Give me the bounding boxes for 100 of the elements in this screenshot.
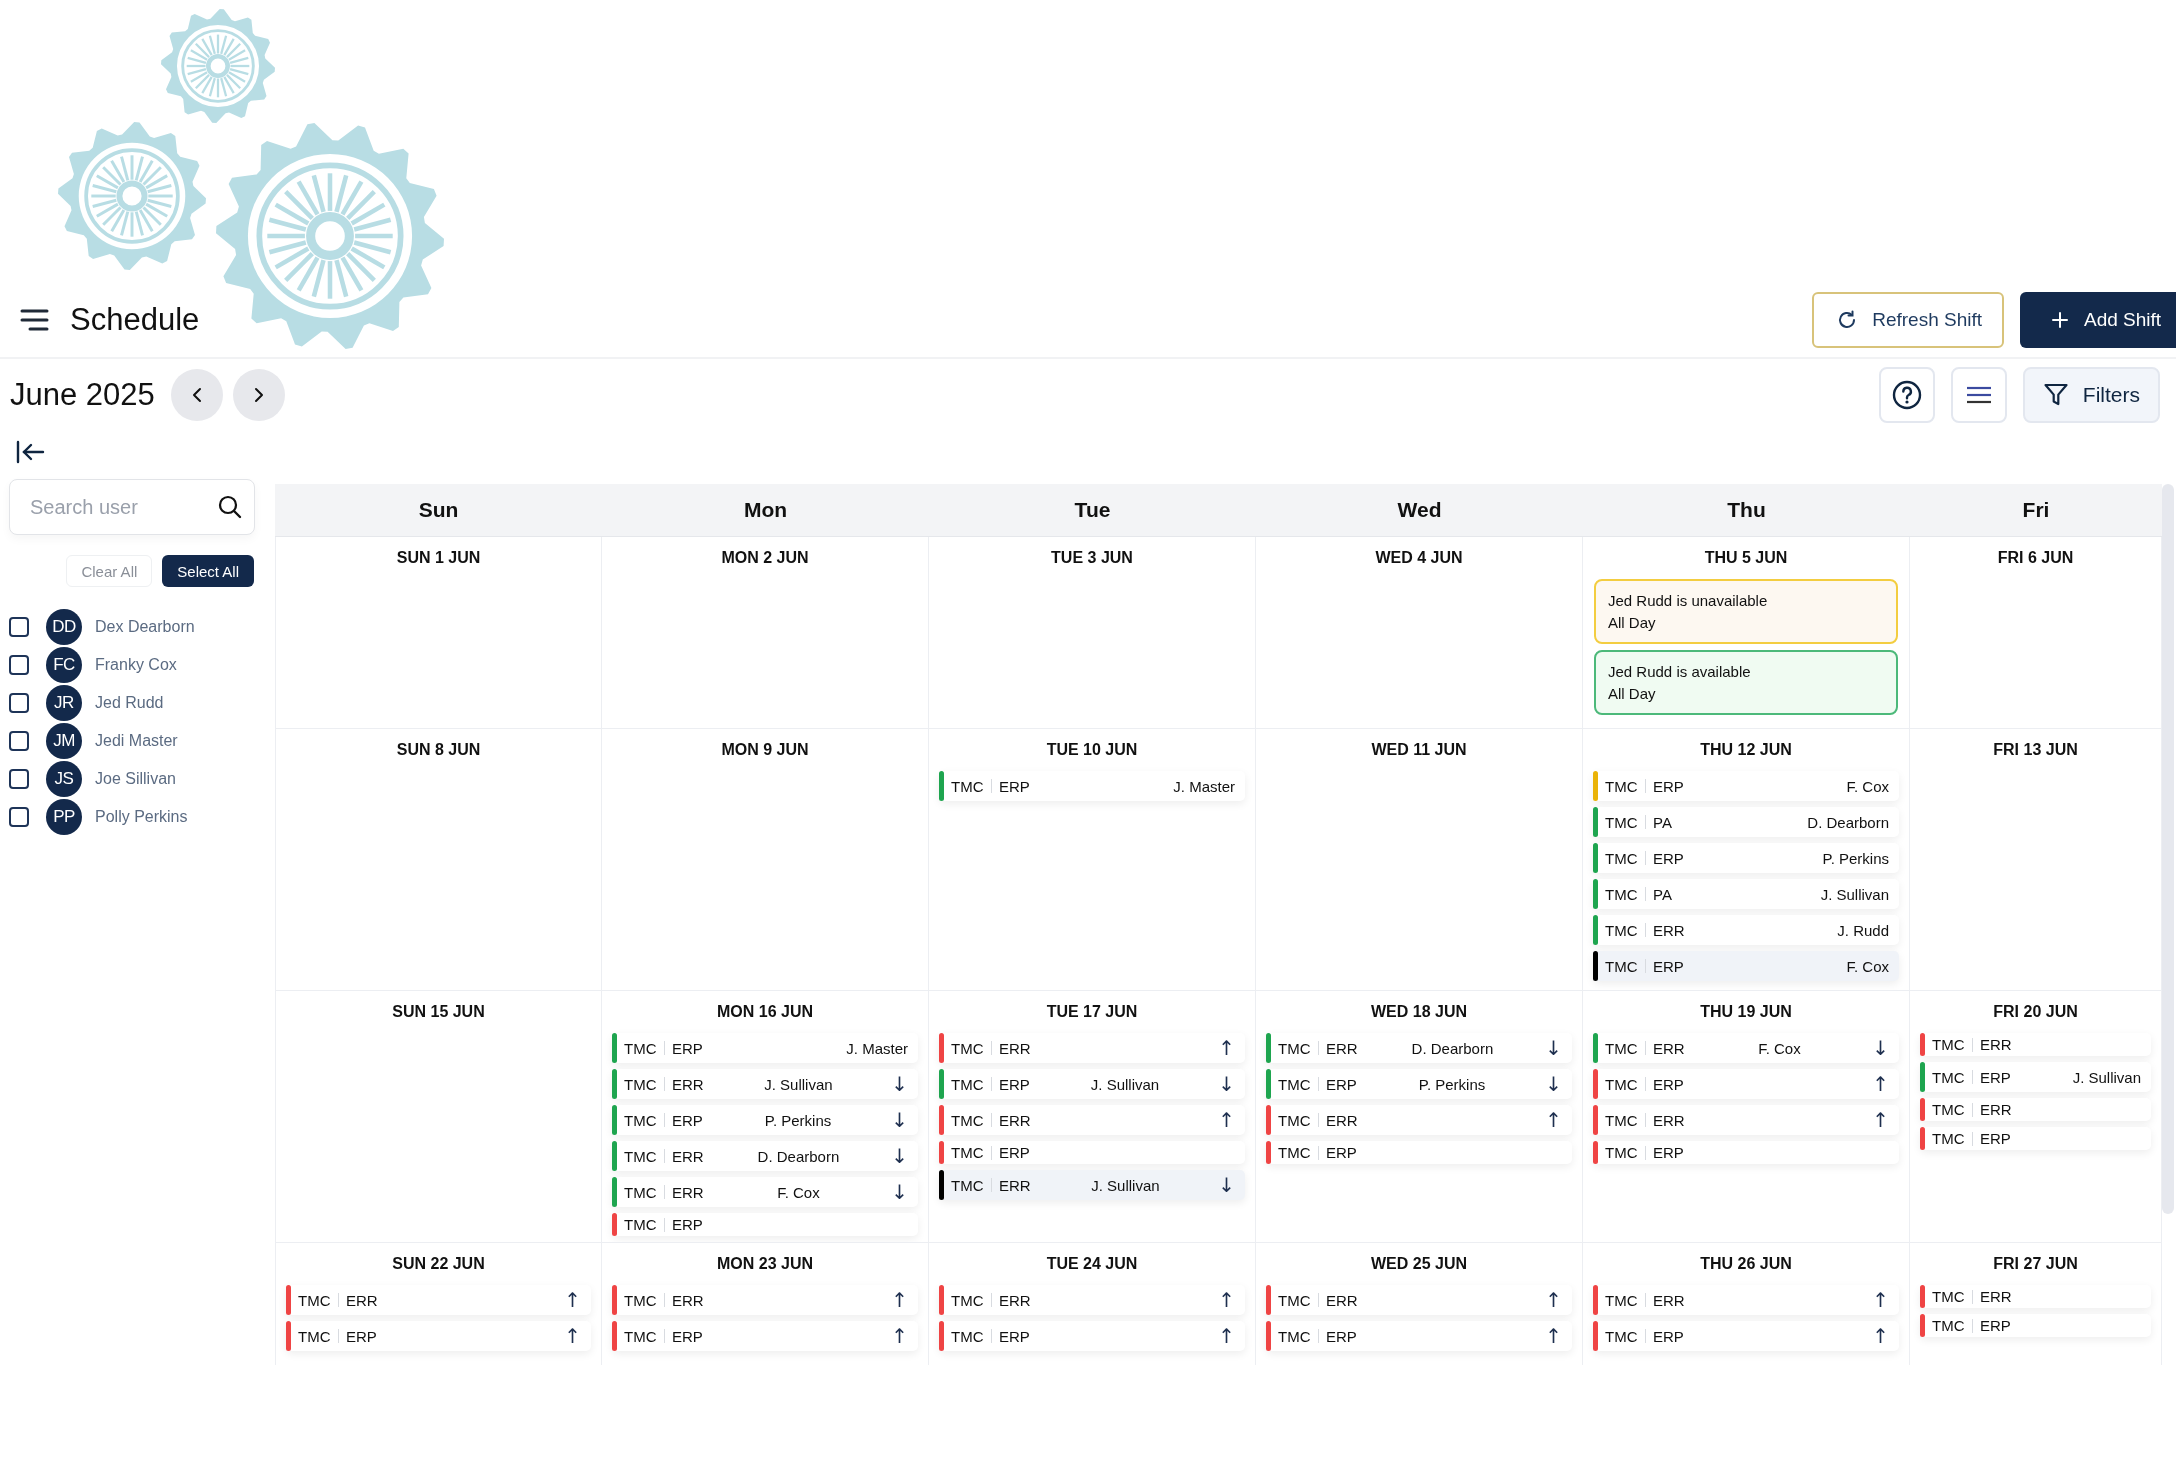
shift-card[interactable]: TMC ERP ↑ [939,1321,1245,1351]
avatar: PP [46,798,82,835]
shift-card[interactable]: TMC ERR [1920,1098,2151,1121]
shift-card[interactable]: TMC ERR ↑ [939,1033,1245,1063]
user-name: Polly Perkins [95,807,188,826]
shift-card[interactable]: TMC ERR F. Cox ↓ [1593,1033,1899,1063]
staff-name: D. Dearborn [1807,813,1889,831]
shift-card[interactable]: TMC ERP J. Sullivan ↓ [939,1069,1245,1099]
shift-card[interactable]: TMC ERP F. Cox [1593,771,1899,801]
day-label: TUE 17 JUN [1045,1003,1139,1021]
shift-card[interactable]: TMC ERP ↑ [612,1321,918,1351]
role-label: ERP [1653,849,1684,867]
shift-card[interactable]: TMC ERP P. Perkins ↓ [612,1105,918,1135]
shift-card[interactable]: TMC PA J. Sullivan [1593,879,1899,909]
note-text: Jed Rudd is available [1608,663,1752,680]
shift-card[interactable]: TMC ERR [1920,1033,2151,1056]
shift-card[interactable]: TMC ERR ↑ [939,1105,1245,1135]
role-label: ERR [1653,1291,1685,1309]
shift-card[interactable]: TMC ERR ↑ [612,1285,918,1315]
shift-card[interactable]: TMC ERR ↑ [1593,1105,1899,1135]
shift-card[interactable]: TMC ERR ↑ [286,1285,591,1315]
staff-name: J. Sullivan [2072,1068,2141,1086]
shift-card[interactable]: TMC ERP [939,1141,1245,1164]
shift-card[interactable]: TMC ERP ↑ [286,1321,591,1351]
role-label: ERR [672,1291,704,1309]
department-label: TMC [1605,849,1638,867]
search-field[interactable]: Search user [9,479,255,535]
shift-card[interactable]: TMC ERP P. Perkins [1593,843,1899,873]
checkbox[interactable] [9,730,29,751]
filters-button[interactable]: Filters [2022,367,2160,423]
shift-card[interactable]: TMC ERP J. Sullivan [1920,1062,2151,1092]
shift-card[interactable]: TMC PA D. Dearborn [1593,807,1899,837]
shift-card[interactable]: TMC ERP ↑ [1593,1321,1899,1351]
shift-card[interactable]: TMC ERP [612,1213,918,1236]
shift-card[interactable]: TMC ERP P. Perkins ↓ [1266,1069,1572,1099]
shift-card[interactable]: TMC ERR D. Dearborn ↓ [1266,1033,1572,1063]
department-label: TMC [1605,885,1638,903]
shift-card[interactable]: TMC ERR J. Sullivan ↓ [612,1069,918,1099]
day-label: THU 12 JUN [1699,741,1793,759]
shift-card[interactable]: TMC ERR J. Rudd [1593,915,1899,945]
checkbox[interactable] [9,692,29,713]
avatar: DD [46,608,82,645]
department-label: TMC [1932,1130,1965,1147]
staff-name: P. Perkins [1822,849,1889,867]
list-view-button[interactable] [1950,367,2007,423]
collapse-sidebar-icon[interactable] [15,439,45,465]
checkbox[interactable] [9,806,29,827]
shift-card[interactable]: TMC ERP [1920,1314,2151,1337]
menu-icon[interactable] [20,308,50,332]
day-label: MON 16 JUN [716,1003,814,1021]
role-label: ERP [1653,1327,1684,1345]
department-label: TMC [624,1216,657,1233]
arrow-glyph: ↓ [891,1182,908,1202]
shift-card[interactable]: TMC ERP F. Cox [1593,951,1899,981]
refresh-shift-button[interactable]: Refresh Shift [1812,292,2004,348]
day-label: MON 2 JUN [720,549,810,567]
user-name: Jedi Master [95,731,178,750]
day-label: THU 5 JUN [1703,549,1789,567]
day-label: WED 4 JUN [1374,549,1464,567]
shift-card[interactable]: TMC ERP ↑ [1593,1069,1899,1099]
checkbox[interactable] [9,768,29,789]
shift-card[interactable]: TMC ERP J. Master [612,1033,918,1063]
shift-card[interactable]: TMC ERP [1920,1127,2151,1150]
shift-card[interactable]: TMC ERR ↑ [939,1285,1245,1315]
shift-card[interactable]: TMC ERR D. Dearborn ↓ [612,1141,918,1171]
department-label: TMC [298,1291,331,1309]
shift-card[interactable]: TMC ERR ↑ [1266,1285,1572,1315]
department-label: TMC [298,1327,331,1345]
day-label: FRI 6 JUN [1996,549,2075,567]
help-button[interactable] [1878,367,1935,423]
page-title: Schedule [70,302,200,338]
shift-card[interactable]: TMC ERR ↑ [1266,1105,1572,1135]
day-label: SUN 1 JUN [395,549,482,567]
day-label: SUN 22 JUN [391,1255,486,1273]
shift-card[interactable]: TMC ERR F. Cox ↓ [612,1177,918,1207]
add-shift-button[interactable]: Add Shift [2020,292,2176,348]
shift-card[interactable]: TMC ERP ↑ [1266,1321,1572,1351]
arrow-glyph: ↑ [1545,1326,1562,1346]
role-label: ERP [999,1075,1030,1093]
availability-note[interactable]: Jed Rudd is available All Day [1594,650,1898,715]
department-label: TMC [1932,1068,1965,1086]
role-label: ERP [346,1327,377,1345]
role-label: ERP [1653,957,1684,975]
shift-card[interactable]: TMC ERP [1266,1141,1572,1164]
arrow-glyph: ↑ [1545,1110,1562,1130]
shift-card[interactable]: TMC ERR ↑ [1593,1285,1899,1315]
role-label: PA [1653,813,1672,831]
department-label: TMC [1278,1144,1311,1161]
shift-card[interactable]: TMC ERR J. Sullivan ↓ [939,1170,1245,1200]
department-label: TMC [1278,1075,1311,1093]
shift-card[interactable]: TMC ERR [1920,1285,2151,1308]
checkbox[interactable] [9,616,29,637]
select-all-button[interactable]: Select All [162,555,254,587]
checkbox[interactable] [9,654,29,675]
role-label: ERR [1326,1111,1358,1129]
shift-card[interactable]: TMC ERP [1593,1141,1899,1164]
arrow-glyph: ↓ [891,1074,908,1094]
unavailability-note[interactable]: Jed Rudd is unavailable All Day [1594,579,1898,644]
shift-card[interactable]: TMC ERP J. Master [939,771,1245,801]
scrollbar[interactable] [2162,484,2174,1214]
